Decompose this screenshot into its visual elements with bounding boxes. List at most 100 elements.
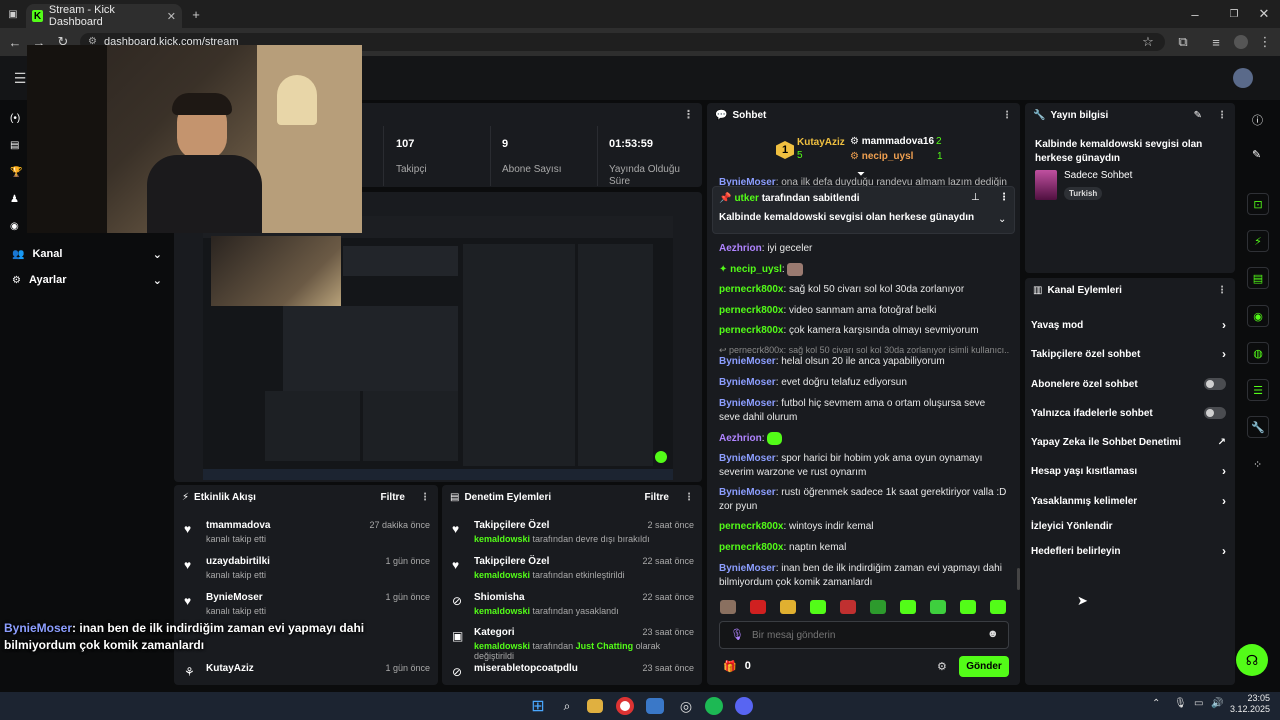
window-close-icon[interactable]: ✕ — [1257, 6, 1271, 22]
stats-menu-icon[interactable]: ⋮ — [683, 108, 694, 121]
emote-icon[interactable] — [720, 600, 736, 614]
minimize-icon[interactable]: – — [1188, 6, 1202, 22]
emote-icon[interactable] — [840, 600, 856, 614]
action-raid[interactable]: İzleyici Yönlendir — [1031, 518, 1226, 534]
mic-tray-icon[interactable]: 🎙 — [1174, 698, 1187, 709]
chat-username[interactable]: pernecrk800x — [719, 305, 784, 316]
stream-icon[interactable]: (•) — [10, 113, 20, 124]
chat-username[interactable]: BynieMoser — [719, 177, 776, 186]
hamburger-menu-icon[interactable]: ☰ — [12, 70, 28, 86]
chat-icon[interactable]: ◉ — [1247, 305, 1269, 327]
user-avatar[interactable] — [1233, 68, 1253, 88]
chat-username[interactable]: necip_uysl — [730, 264, 782, 275]
chat-username[interactable]: Aezhrion — [719, 243, 762, 254]
chat-input[interactable] — [752, 627, 972, 643]
pinned-menu-icon[interactable]: ⋮ — [999, 192, 1009, 203]
maximize-icon[interactable]: ❐ — [1227, 6, 1241, 22]
spotify-icon[interactable] — [705, 697, 723, 715]
points-display[interactable]: 🎁 0 — [723, 660, 751, 673]
volume-icon[interactable]: 🔊 — [1211, 698, 1223, 709]
chat-username[interactable]: pernecrk800x — [719, 542, 784, 553]
category-name[interactable]: Sadece Sohbet — [1064, 170, 1132, 181]
activity-menu-icon[interactable]: ⋮ — [420, 492, 430, 503]
category-thumbnail[interactable] — [1035, 170, 1057, 200]
emote-icon[interactable] — [960, 600, 976, 614]
tray-chevron-icon[interactable]: ⌃ — [1152, 698, 1160, 709]
emote-icon[interactable] — [930, 600, 946, 614]
extensions-icon[interactable]: ⧉ — [1176, 34, 1190, 50]
support-headset-icon[interactable]: ☊ — [1236, 644, 1268, 676]
obs-icon[interactable]: ◎ — [676, 696, 696, 716]
chat-username[interactable]: BynieMoser — [719, 377, 776, 388]
chat-menu-icon[interactable]: ⋮ — [1002, 110, 1012, 121]
chat-username[interactable]: Aezhrion — [719, 433, 762, 444]
stream-info-menu-icon[interactable]: ⋮ — [1217, 110, 1227, 121]
clip-icon[interactable]: ⊡ — [1247, 193, 1269, 215]
chat-username[interactable]: BynieMoser — [719, 453, 776, 464]
chat-username[interactable]: BynieMoser — [719, 356, 776, 367]
emoji-icon[interactable]: ☻ — [987, 628, 999, 640]
sidebar-item-ayarlar[interactable]: ⚙ Ayarlar ⌄ — [12, 271, 162, 289]
moderation-menu-icon[interactable]: ⋮ — [684, 492, 694, 503]
photos-icon[interactable] — [646, 698, 664, 714]
action-followers-only[interactable]: Takipçilere özel sohbet › — [1031, 346, 1226, 362]
subscribers-only-toggle[interactable] — [1204, 378, 1226, 390]
chat-username[interactable]: BynieMoser — [719, 563, 776, 574]
chat-settings-icon[interactable]: ⚙ — [937, 660, 947, 673]
channel-actions-menu-icon[interactable]: ⋮ — [1217, 285, 1227, 296]
info-icon[interactable]: ⓘ — [1252, 112, 1263, 128]
chat-username[interactable]: BynieMoser — [719, 398, 776, 409]
chat-username[interactable]: pernecrk800x — [719, 325, 784, 336]
action-banned-words[interactable]: Yasaklanmış kelimeler › — [1031, 493, 1226, 509]
bookmark-star-icon[interactable]: ☆ — [1141, 34, 1155, 50]
tab-menu-icon[interactable]: ▣ — [6, 7, 20, 21]
chat-scrollbar[interactable] — [1017, 568, 1020, 590]
browser-tab[interactable]: K Stream - Kick Dashboard ✕ — [26, 4, 182, 28]
unpin-icon[interactable]: ⊥ — [971, 192, 980, 203]
action-ai-moderation[interactable]: Yapay Zeka ile Sohbet Denetimi ↗ — [1031, 434, 1226, 450]
browser-menu-icon[interactable]: ⋮ — [1258, 34, 1272, 50]
new-tab-icon[interactable]: + — [189, 6, 203, 22]
pinner-name[interactable]: utker — [734, 193, 758, 204]
view-icon[interactable]: ◉ — [10, 221, 19, 232]
file-explorer-icon[interactable] — [587, 699, 603, 713]
note-icon[interactable]: ▤ — [1247, 267, 1269, 289]
action-account-age[interactable]: Hesap yaşı kısıtlaması › — [1031, 463, 1226, 479]
discord-icon[interactable] — [735, 697, 753, 715]
chat-username[interactable]: pernecrk800x — [719, 521, 784, 532]
media-icon[interactable]: ≡ — [1209, 34, 1223, 50]
search-icon[interactable]: ⌕ — [557, 696, 577, 716]
taskbar-clock[interactable]: 23:05 3.12.2025 — [1230, 693, 1270, 715]
lightning-icon[interactable]: ⚡ — [1247, 230, 1269, 252]
broadcast-icon[interactable]: ◍ — [1247, 342, 1269, 364]
emote-icon[interactable] — [810, 600, 826, 614]
network-icon[interactable]: ▭ — [1194, 698, 1203, 709]
close-tab-icon[interactable]: ✕ — [167, 10, 176, 23]
chat-username[interactable]: pernecrk800x — [719, 284, 784, 295]
edit-pencil-icon[interactable]: ✎ — [1194, 110, 1202, 121]
chrome-icon[interactable] — [616, 697, 634, 715]
chevron-down-icon[interactable]: ⌄ — [998, 214, 1006, 225]
analytics-icon[interactable]: ▤ — [10, 140, 19, 151]
edit-icon[interactable]: ✎ — [1252, 148, 1261, 161]
action-slow-mode[interactable]: Yavaş mod › — [1031, 317, 1226, 333]
emotes-only-toggle[interactable] — [1204, 407, 1226, 419]
emote-icon[interactable] — [900, 600, 916, 614]
action-goals[interactable]: Hedefleri belirleyin › — [1031, 543, 1226, 559]
emote-icon[interactable] — [990, 600, 1006, 614]
gifter-name[interactable]: mammadova16 — [862, 136, 934, 147]
emote-icon[interactable] — [870, 600, 886, 614]
send-button[interactable]: Gönder — [959, 656, 1009, 677]
tool-icon[interactable]: 🔧 — [1247, 416, 1269, 438]
activity-filter-button[interactable]: Filtre — [381, 492, 405, 503]
stream-preview-video[interactable] — [203, 216, 673, 480]
layout-icon[interactable]: ☰ — [1247, 379, 1269, 401]
trophy-icon[interactable]: 🏆 — [10, 167, 22, 178]
back-icon[interactable]: ← — [8, 34, 22, 50]
chat-input-box[interactable]: 🎙 ☻ — [719, 621, 1009, 649]
gifter-name[interactable]: necip_uysl — [862, 151, 914, 162]
top-gifter-name[interactable]: KutayAziz — [797, 137, 845, 148]
sidebar-item-kanal[interactable]: 👥 Kanal ⌄ — [12, 245, 162, 263]
microphone-icon[interactable]: 🎙 — [730, 628, 744, 641]
apps-icon[interactable]: ⁘ — [1253, 458, 1262, 471]
